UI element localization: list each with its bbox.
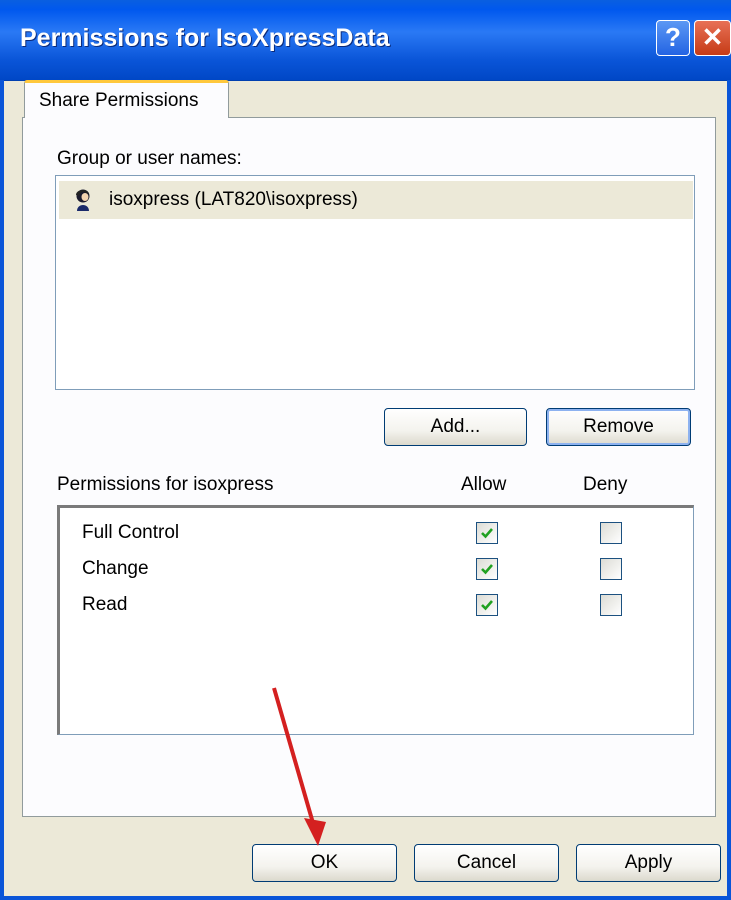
window-frame-bottom (0, 896, 731, 900)
window-title: Permissions for IsoXpressData (20, 24, 390, 52)
tab-label: Share Permissions (39, 90, 199, 111)
permission-name: Full Control (82, 522, 180, 543)
add-button[interactable]: Add... (384, 408, 527, 446)
allow-read-checkbox[interactable] (476, 594, 498, 616)
allow-header: Allow (461, 474, 507, 495)
cancel-button[interactable]: Cancel (414, 844, 559, 882)
user-icon (76, 189, 90, 211)
permission-name: Read (82, 594, 128, 615)
user-listbox[interactable]: isoxpress (LAT820\isoxpress) (55, 175, 695, 390)
remove-button[interactable]: Remove (546, 408, 691, 446)
permissions-header: Permissions for isoxpress (57, 474, 274, 495)
group-user-names-label: Group or user names: (57, 148, 242, 169)
help-button[interactable]: ? (656, 20, 690, 56)
title-bar[interactable]: Permissions for IsoXpressData ? ✕ (0, 0, 731, 81)
tab-share-permissions[interactable]: Share Permissions (24, 80, 229, 118)
permission-row-read: Read (60, 590, 690, 624)
permissions-list[interactable]: Full Control Change Read (57, 505, 694, 735)
deny-full-control-checkbox[interactable] (600, 522, 622, 544)
list-item[interactable]: isoxpress (LAT820\isoxpress) (59, 181, 693, 219)
checkmark-icon (481, 564, 493, 575)
deny-read-checkbox[interactable] (600, 594, 622, 616)
user-name: isoxpress (LAT820\isoxpress) (109, 189, 358, 210)
apply-button[interactable]: Apply (576, 844, 721, 882)
allow-change-checkbox[interactable] (476, 558, 498, 580)
deny-header: Deny (583, 474, 628, 495)
window-frame-right (727, 80, 731, 900)
checkmark-icon (481, 600, 493, 611)
permission-row-change: Change (60, 554, 690, 588)
allow-full-control-checkbox[interactable] (476, 522, 498, 544)
ok-button[interactable]: OK (252, 844, 397, 882)
close-button[interactable]: ✕ (694, 20, 731, 56)
checkmark-icon (481, 528, 493, 539)
permission-name: Change (82, 558, 149, 579)
window-frame-left (0, 80, 4, 900)
deny-change-checkbox[interactable] (600, 558, 622, 580)
permission-row-full-control: Full Control (60, 518, 690, 552)
